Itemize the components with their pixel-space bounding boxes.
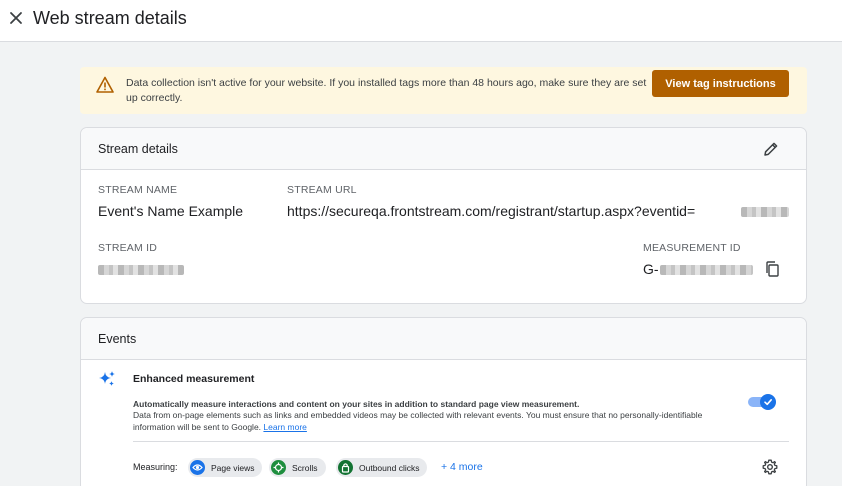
redacted-measurement-id xyxy=(660,265,753,275)
lock-icon xyxy=(338,460,353,475)
top-bar: Web stream details xyxy=(0,0,842,42)
chip-outbound-clicks[interactable]: Outbound clicks xyxy=(336,458,428,477)
measuring-label: Measuring: xyxy=(133,462,178,472)
stream-details-card: Stream details STREAM NAME Event's Name … xyxy=(80,127,807,304)
more-events-link[interactable]: + 4 more xyxy=(441,461,483,473)
events-card: Events Enhanced measurement Automaticall… xyxy=(80,317,807,486)
redacted-url-part xyxy=(741,207,789,217)
measurement-id-prefix: G- xyxy=(643,261,659,277)
events-header: Events xyxy=(81,318,806,360)
enhanced-measurement-toggle[interactable] xyxy=(748,394,776,410)
gear-icon[interactable] xyxy=(762,459,778,475)
sparkle-icon xyxy=(98,370,116,388)
warning-banner: Data collection isn't active for your we… xyxy=(80,67,807,114)
crosshair-icon xyxy=(271,460,286,475)
banner-message: Data collection isn't active for your we… xyxy=(126,77,647,104)
check-icon xyxy=(760,394,776,410)
events-title: Events xyxy=(98,332,137,346)
stream-details-header: Stream details xyxy=(81,128,806,170)
view-tag-instructions-button[interactable]: View tag instructions xyxy=(652,70,789,97)
divider xyxy=(133,441,789,442)
chip-scrolls[interactable]: Scrolls xyxy=(269,458,326,477)
page-title: Web stream details xyxy=(33,8,187,28)
enhanced-measurement-description: Data from on-page elements such as links… xyxy=(133,409,723,433)
pencil-icon[interactable] xyxy=(762,140,780,158)
copy-icon[interactable] xyxy=(764,261,780,277)
chip-label: Scrolls xyxy=(292,462,318,473)
chip-page-views[interactable]: Page views xyxy=(188,458,263,477)
enhanced-measurement-title: Enhanced measurement xyxy=(133,373,255,385)
redacted-stream-id xyxy=(98,265,184,275)
eye-icon xyxy=(190,460,205,475)
learn-more-link[interactable]: Learn more xyxy=(263,422,306,432)
stream-name-value: Event's Name Example xyxy=(98,203,244,219)
close-icon[interactable] xyxy=(6,8,26,28)
enhanced-measurement-text: Data from on-page elements such as links… xyxy=(133,410,703,432)
stream-id-label: STREAM ID xyxy=(98,242,157,254)
measurement-id-label: MEASUREMENT ID xyxy=(643,242,741,254)
stream-details-title: Stream details xyxy=(98,142,178,156)
stream-name-label: STREAM NAME xyxy=(98,184,178,196)
chip-label: Page views xyxy=(211,462,255,473)
stream-url-label: STREAM URL xyxy=(287,184,357,196)
stream-url-value: https://secureqa.frontstream.com/registr… xyxy=(287,203,696,219)
warning-icon xyxy=(96,76,114,94)
chip-label: Outbound clicks xyxy=(359,462,420,473)
